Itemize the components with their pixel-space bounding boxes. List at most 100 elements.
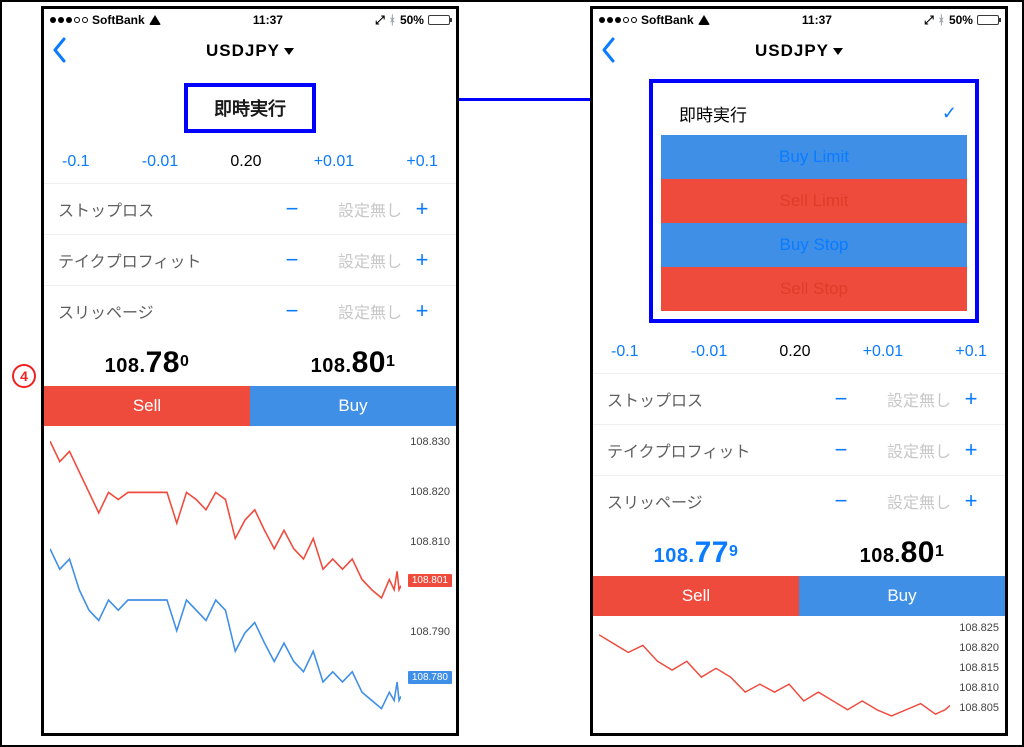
bluetooth-icon: ᚼ: [389, 13, 396, 27]
stoploss-value[interactable]: 設定無し: [312, 197, 402, 221]
volume-minus-0_1[interactable]: -0.1: [62, 153, 90, 171]
tick-chart: 108.825 108.820 108.815 108.810 108.805: [593, 616, 1005, 733]
status-time: 11:37: [253, 13, 283, 27]
slippage-value[interactable]: 設定無し: [861, 489, 951, 513]
volume-plus-0_1[interactable]: +0.1: [406, 153, 438, 171]
back-button[interactable]: [601, 37, 621, 65]
price-row: 108.780 108.801: [44, 336, 456, 386]
buy-sell-row: Sell Buy: [44, 386, 456, 426]
slippage-row: スリッページ − 設定無し +: [44, 285, 456, 336]
takeprofit-minus[interactable]: −: [272, 247, 312, 273]
slippage-value[interactable]: 設定無し: [312, 299, 402, 323]
volume-value[interactable]: 0.20: [779, 343, 810, 361]
order-type-instant[interactable]: 即時実行✓: [661, 91, 967, 135]
slippage-row: スリッページ − 設定無し +: [593, 475, 1005, 526]
stoploss-label: ストップロス: [607, 387, 821, 411]
grid-label: 108.810: [410, 536, 450, 548]
takeprofit-value[interactable]: 設定無し: [312, 248, 402, 272]
stoploss-minus[interactable]: −: [821, 386, 861, 412]
battery-pct: 50%: [949, 13, 973, 27]
takeprofit-minus[interactable]: −: [821, 437, 861, 463]
grid-label: 108.810: [959, 682, 999, 694]
order-type-sell-stop[interactable]: Sell Stop: [661, 267, 967, 311]
bid-price-tag: 108.780: [408, 671, 452, 684]
sell-price: 108.780: [105, 346, 190, 380]
grid-label: 108.830: [410, 436, 450, 448]
symbol-selector[interactable]: USDJPY: [206, 41, 294, 61]
order-type-buy-stop[interactable]: Buy Stop: [661, 223, 967, 267]
order-header: USDJPY: [593, 31, 1005, 71]
slippage-minus[interactable]: −: [821, 488, 861, 514]
status-time: 11:37: [802, 13, 832, 27]
order-type-buy-limit[interactable]: Buy Limit: [661, 135, 967, 179]
slippage-label: スリッページ: [607, 489, 821, 513]
takeprofit-value[interactable]: 設定無し: [861, 438, 951, 462]
order-type-menu: 即時実行✓ Buy Limit Sell Limit Buy Stop Sell…: [649, 79, 979, 323]
takeprofit-label: テイクプロフィット: [607, 438, 821, 462]
annotation-4: 4: [10, 362, 38, 390]
price-row: 108.779 108.801: [593, 526, 1005, 576]
stoploss-value[interactable]: 設定無し: [861, 387, 951, 411]
tick-chart-svg: [599, 626, 950, 723]
takeprofit-plus[interactable]: +: [951, 437, 991, 463]
wifi-icon: [698, 15, 710, 25]
symbol-label: USDJPY: [755, 41, 829, 61]
stoploss-plus[interactable]: +: [951, 386, 991, 412]
back-button[interactable]: [52, 37, 72, 65]
order-type-sell-limit[interactable]: Sell Limit: [661, 179, 967, 223]
stoploss-row: ストップロス − 設定無し +: [593, 373, 1005, 424]
check-icon: ✓: [942, 103, 957, 124]
stoploss-row: ストップロス − 設定無し +: [44, 183, 456, 234]
volume-minus-0_1[interactable]: -0.1: [611, 343, 639, 361]
buy-button[interactable]: Buy: [799, 576, 1005, 616]
volume-minus-0_01[interactable]: -0.01: [142, 153, 178, 171]
phone-left: SoftBank 11:37 ⤢ ᚼ 50% USDJPY 即時実行: [41, 6, 459, 736]
buy-price: 108.801: [311, 346, 396, 380]
slippage-plus[interactable]: +: [402, 298, 442, 324]
grid-label: 108.805: [959, 702, 999, 714]
bluetooth-icon: ᚼ: [938, 13, 945, 27]
chevron-down-icon: [833, 48, 843, 55]
grid-label: 108.790: [410, 626, 450, 638]
symbol-label: USDJPY: [206, 41, 280, 61]
symbol-selector[interactable]: USDJPY: [755, 41, 843, 61]
grid-label: 108.815: [959, 662, 999, 674]
sell-button[interactable]: Sell: [593, 576, 799, 616]
signal-dots-icon: [50, 17, 88, 23]
takeprofit-plus[interactable]: +: [402, 247, 442, 273]
volume-minus-0_01[interactable]: -0.01: [691, 343, 727, 361]
buy-price: 108.801: [860, 536, 945, 570]
grid-label: 108.820: [410, 486, 450, 498]
grid-label: 108.825: [959, 622, 999, 634]
sell-price: 108.779: [654, 536, 739, 570]
slippage-label: スリッページ: [58, 299, 272, 323]
phone-right: SoftBank 11:37 ⤢ ᚼ 50% USDJPY 即時実行✓: [590, 6, 1008, 736]
volume-value[interactable]: 0.20: [230, 153, 261, 171]
order-header: USDJPY: [44, 31, 456, 71]
volume-stepper: -0.1 -0.01 0.20 +0.01 +0.1: [593, 331, 1005, 373]
sell-button[interactable]: Sell: [44, 386, 250, 426]
order-type-selector[interactable]: 即時実行: [184, 83, 316, 133]
slippage-minus[interactable]: −: [272, 298, 312, 324]
battery-pct: 50%: [400, 13, 424, 27]
buy-button[interactable]: Buy: [250, 386, 456, 426]
carrier-label: SoftBank: [92, 13, 145, 27]
slippage-plus[interactable]: +: [951, 488, 991, 514]
status-bar: SoftBank 11:37 ⤢ ᚼ 50%: [44, 9, 456, 31]
status-bar: SoftBank 11:37 ⤢ ᚼ 50%: [593, 9, 1005, 31]
signal-dots-icon: [599, 17, 637, 23]
volume-plus-0_1[interactable]: +0.1: [955, 343, 987, 361]
volume-stepper: -0.1 -0.01 0.20 +0.01 +0.1: [44, 141, 456, 183]
tick-chart-svg: [50, 436, 401, 723]
stoploss-plus[interactable]: +: [402, 196, 442, 222]
takeprofit-label: テイクプロフィット: [58, 248, 272, 272]
volume-plus-0_01[interactable]: +0.01: [314, 153, 354, 171]
chevron-down-icon: [284, 48, 294, 55]
orientation-lock-icon: ⤢: [924, 13, 934, 28]
volume-plus-0_01[interactable]: +0.01: [863, 343, 903, 361]
stoploss-minus[interactable]: −: [272, 196, 312, 222]
takeprofit-row: テイクプロフィット − 設定無し +: [593, 424, 1005, 475]
takeprofit-row: テイクプロフィット − 設定無し +: [44, 234, 456, 285]
ask-price-tag: 108.801: [408, 574, 452, 587]
diagram: 1 2 3 4 SoftBank 11:37 ⤢ ᚼ 50%: [0, 0, 1024, 747]
